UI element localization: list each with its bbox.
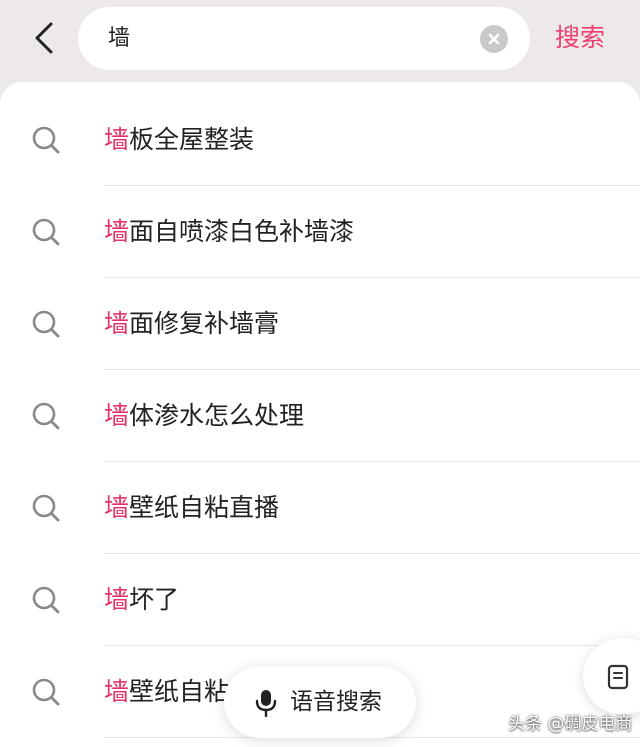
search-input[interactable]: 墙 <box>78 7 530 70</box>
suggestion-rest: 面修复补墙膏 <box>129 309 280 338</box>
suggestion-highlight: 墙 <box>104 309 130 338</box>
search-icon <box>32 402 60 430</box>
voice-search-button[interactable]: 语音搜索 <box>224 666 416 738</box>
suggestion-rest: 坏了 <box>129 585 180 614</box>
suggestion-rest: 体渗水怎么处理 <box>129 401 305 430</box>
search-submit-button[interactable]: 搜索 <box>548 0 612 76</box>
suggestion-highlight: 墙 <box>104 217 130 246</box>
back-button[interactable] <box>24 18 64 58</box>
top-search-bar: 墙 搜索 <box>0 0 640 82</box>
watermark: 头条 @碉皮电商 <box>508 714 633 734</box>
suggestion-label: 墙壁纸自粘 <box>104 646 229 738</box>
clear-button[interactable] <box>480 25 508 53</box>
search-icon <box>32 218 60 246</box>
suggestion-rest: 板全屋整装 <box>129 125 255 154</box>
suggestion-highlight: 墙 <box>104 493 130 522</box>
chevron-left-icon <box>35 22 53 54</box>
suggestion-item[interactable]: 墙板全屋整装 <box>0 94 640 186</box>
suggestion-label: 墙面修复补墙膏 <box>104 278 279 370</box>
suggestion-label: 墙面自喷漆白色补墙漆 <box>104 186 354 278</box>
suggestion-rest: 壁纸自粘 <box>129 677 230 706</box>
document-icon <box>607 664 629 690</box>
suggestion-label: 墙壁纸自粘直播 <box>104 462 279 554</box>
search-icon <box>32 586 60 614</box>
search-icon <box>32 678 60 706</box>
clear-icon <box>488 33 500 45</box>
search-query-text: 墙 <box>108 26 131 51</box>
suggestion-label: 墙坏了 <box>104 554 179 646</box>
suggestion-item[interactable]: 墙壁纸自粘直播 <box>0 462 640 554</box>
search-icon <box>32 494 60 522</box>
suggestion-highlight: 墙 <box>104 585 130 614</box>
suggestion-highlight: 墙 <box>104 677 130 706</box>
suggestion-rest: 面自喷漆白色补墙漆 <box>129 217 355 246</box>
microphone-icon <box>255 690 277 718</box>
suggestion-item[interactable]: 墙面自喷漆白色补墙漆 <box>0 186 640 278</box>
suggestion-highlight: 墙 <box>104 125 130 154</box>
suggestion-item[interactable]: 墙面修复补墙膏 <box>0 278 640 370</box>
suggestion-item[interactable]: 墙体渗水怎么处理 <box>0 370 640 462</box>
suggestion-list: 墙板全屋整装 墙面自喷漆白色补墙漆 墙面修复补墙膏 墙体渗水怎么处理 墙壁纸自粘 <box>0 82 640 747</box>
suggestion-label: 墙体渗水怎么处理 <box>104 370 304 462</box>
search-icon <box>32 310 60 338</box>
suggestion-label: 墙板全屋整装 <box>104 94 254 186</box>
suggestion-highlight: 墙 <box>104 401 130 430</box>
suggestion-item[interactable]: 墙坏了 <box>0 554 640 646</box>
suggestion-rest: 壁纸自粘直播 <box>129 493 280 522</box>
search-icon <box>32 126 60 154</box>
voice-search-label: 语音搜索 <box>290 689 382 715</box>
